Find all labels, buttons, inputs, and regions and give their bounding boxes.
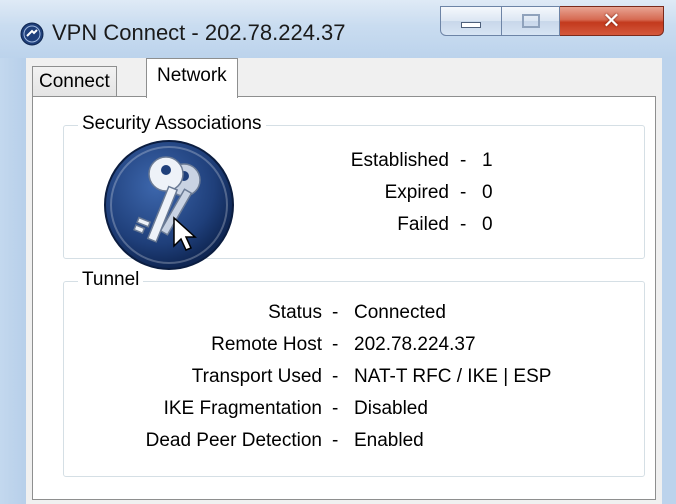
- sa-label: Expired: [384, 182, 449, 203]
- title-bar[interactable]: VPN Connect - 202.78.224.37 ✕: [0, 0, 676, 58]
- tunnel-value: NAT-T RFC / IKE | ESP: [354, 366, 552, 387]
- minimize-icon: [461, 22, 481, 28]
- tunnel-separator: -: [332, 334, 339, 355]
- security-associations-title: Security Associations: [78, 113, 266, 135]
- tunnel-group: Tunnel Status - Connected Remote Host - …: [63, 269, 645, 477]
- tunnel-separator: -: [332, 366, 339, 387]
- sa-label: Failed: [397, 214, 449, 235]
- tab-network[interactable]: Network: [146, 58, 238, 98]
- tab-network-label: Network: [157, 65, 227, 86]
- vpn-window: VPN Connect - 202.78.224.37 ✕ Connect Ne…: [0, 0, 676, 504]
- tunnel-separator: -: [332, 398, 339, 419]
- client-area: Connect Network Security Associations Es…: [26, 58, 662, 504]
- sa-value: 1: [482, 150, 493, 171]
- network-tab-panel: Security Associations Established - 1 Ex…: [32, 96, 656, 500]
- tab-connect-label: Connect: [39, 71, 110, 92]
- tunnel-separator: -: [332, 302, 339, 323]
- tunnel-value: 202.78.224.37: [354, 334, 476, 355]
- tunnel-label: Transport Used: [191, 366, 322, 387]
- window-frame-left: [0, 58, 26, 504]
- tunnel-label: IKE Fragmentation: [163, 398, 322, 419]
- tunnel-value: Enabled: [354, 430, 424, 451]
- tunnel-value: Disabled: [354, 398, 428, 419]
- close-button[interactable]: ✕: [560, 6, 664, 36]
- maximize-button[interactable]: [502, 6, 560, 36]
- sa-value: 0: [482, 214, 493, 235]
- vpn-app-icon: [20, 22, 44, 46]
- window-title: VPN Connect - 202.78.224.37: [52, 20, 346, 45]
- sa-value: 0: [482, 182, 493, 203]
- close-icon: ✕: [602, 8, 621, 34]
- maximize-icon: [521, 14, 540, 28]
- tab-connect[interactable]: Connect: [32, 66, 117, 96]
- keys-icon: [104, 140, 234, 270]
- sa-label: Established: [350, 150, 449, 171]
- tunnel-separator: -: [332, 430, 339, 451]
- tunnel-title: Tunnel: [78, 269, 144, 291]
- window-frame-right: [662, 58, 676, 504]
- sa-separator: -: [460, 182, 467, 203]
- sa-separator: -: [460, 214, 467, 235]
- tunnel-label: Status: [268, 302, 322, 323]
- sa-separator: -: [460, 150, 467, 171]
- tunnel-value: Connected: [354, 302, 446, 323]
- minimize-button[interactable]: [440, 6, 502, 36]
- tunnel-label: Dead Peer Detection: [145, 430, 322, 451]
- caption-buttons: ✕: [440, 6, 664, 36]
- security-associations-group: Security Associations Established - 1 Ex…: [63, 113, 645, 270]
- tunnel-label: Remote Host: [211, 334, 322, 355]
